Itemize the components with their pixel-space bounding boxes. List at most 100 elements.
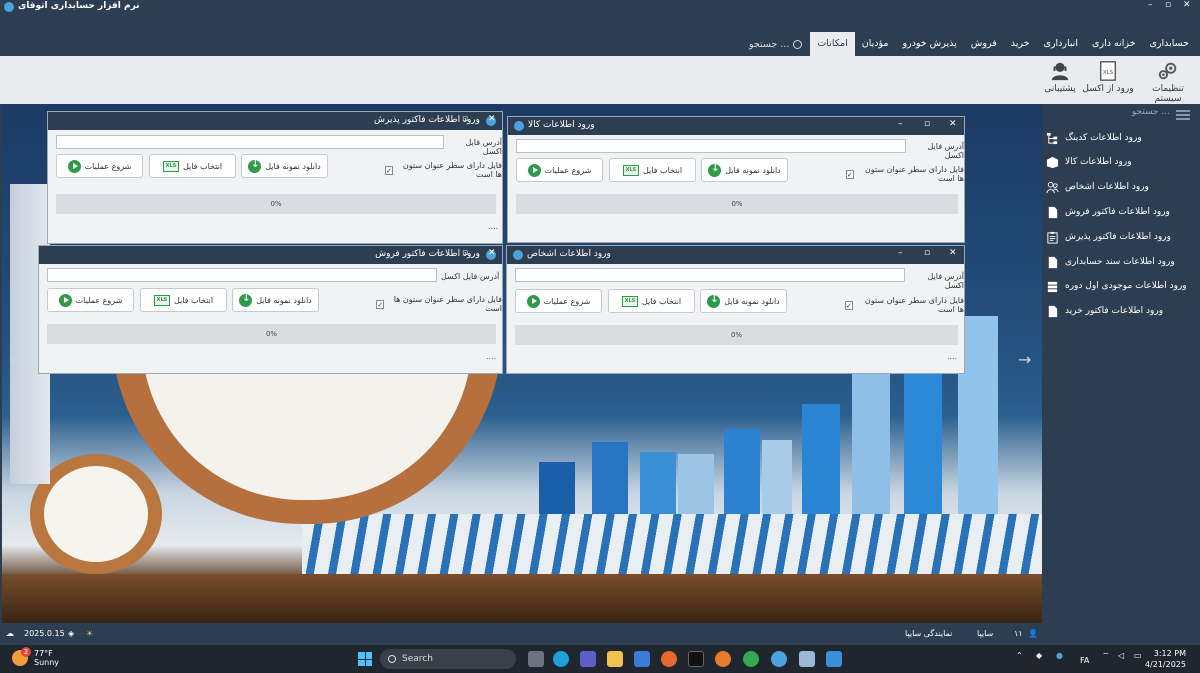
menu-search-label: جستجو ... (749, 38, 790, 50)
tray-app-icon[interactable]: ◆ (1036, 651, 1042, 660)
select-file-button[interactable]: XLS انتخاب فایل (140, 288, 227, 312)
start-operation-button[interactable]: شروع عملیات (56, 154, 143, 178)
tab-purchase[interactable]: خرید (1004, 32, 1037, 56)
box-icon (1046, 156, 1059, 168)
svg-text:XLS: XLS (1103, 70, 1114, 76)
checkbox-mark: ✓ (385, 165, 393, 175)
start-operation-label: شروع عملیات (544, 165, 592, 175)
sidebar-item-sales-invoice[interactable]: ورود اطلاعات فاکتور فروش (1046, 202, 1194, 222)
tab-car-reception[interactable]: پذیرش خودرو (895, 32, 963, 56)
taskbar-clock[interactable]: 3:12 PM 4/21/2025 (1145, 648, 1186, 670)
start-operation-label: شروع عملیات (84, 161, 132, 171)
sidebar-item-reception-invoice[interactable]: ورود اطلاعات فاکتور پذیرش (1046, 227, 1194, 247)
restore-button[interactable]: ▫ (1165, 0, 1171, 10)
download-sample-button[interactable]: دانلود نمونه فایل (232, 288, 319, 312)
dialog-minimize-button[interactable]: – (898, 119, 903, 129)
select-file-button[interactable]: XLS انتخاب فایل (609, 158, 696, 182)
excel-address-input[interactable] (56, 135, 444, 149)
wifi-icon[interactable]: ⌔ (1102, 651, 1110, 661)
dialog-restore-button[interactable]: ▫ (924, 119, 930, 129)
start-operation-button[interactable]: شروع عملیات (516, 158, 603, 182)
menu-search[interactable]: جستجو ... (749, 38, 803, 50)
sidebar-search-input[interactable]: ... جستجو (1054, 107, 1194, 123)
battery-icon[interactable]: ▭ (1134, 651, 1142, 660)
tab-sales[interactable]: فروش (964, 32, 1004, 56)
sun-icon[interactable]: ☀ (86, 629, 93, 638)
volume-icon[interactable]: ◁ (1118, 651, 1124, 660)
task-view-icon[interactable] (528, 651, 544, 667)
dialog-restore-button[interactable]: ▫ (924, 248, 930, 258)
dialog-restore-button[interactable]: ▫ (462, 114, 468, 124)
windows-start-icon[interactable] (358, 652, 372, 666)
sidebar-item-purchase-invoice[interactable]: ورود اطلاعات فاکتور خرید (1046, 301, 1194, 321)
start-operation-button[interactable]: شروع عملیات (47, 288, 134, 312)
header-row-checkbox[interactable]: ✓ فایل دارای سطر عنوان ستون ها است (845, 296, 964, 314)
header-row-checkbox[interactable]: ✓ فایل دارای سطر عنوان ستون ها است (385, 161, 502, 179)
tray-overflow-icon[interactable]: ⌃ (1016, 651, 1023, 660)
weather-widget[interactable]: 2 77°F Sunny (12, 647, 59, 667)
table-surface (2, 574, 1042, 623)
tray-accounting-icon[interactable]: ● (1056, 651, 1063, 660)
tab-features[interactable]: امکانات (810, 32, 855, 56)
photos-icon[interactable] (715, 651, 731, 667)
store-icon[interactable] (634, 651, 650, 667)
firefox-icon[interactable] (661, 651, 677, 667)
start-operation-button[interactable]: شروع عملیات (515, 289, 602, 313)
sidebar-item-opening-inventory[interactable]: ورود اطلاعات موجودی اول دوره (1046, 276, 1194, 296)
header-row-checkbox[interactable]: ✓ فایل دارای سطر عنوان ستون ها است (376, 295, 502, 313)
tab-accounting[interactable]: حسابداری (1142, 32, 1196, 56)
dialog-minimize-button[interactable]: – (898, 248, 903, 258)
import-excel-button[interactable]: XLS ورود از اکسل (1080, 60, 1136, 94)
sidebar-item-persons[interactable]: ورود اطلاعات اشخاص (1046, 177, 1194, 197)
support-agent-icon (1051, 62, 1069, 81)
dialog-close-button[interactable]: ✕ (488, 248, 496, 258)
people-icon (1046, 181, 1059, 193)
header-row-checkbox[interactable]: ✓ فایل دارای سطر عنوان ستون ها است (846, 165, 964, 183)
download-icon (248, 159, 262, 173)
status-text: .... (486, 352, 497, 361)
weather-text: 77°F Sunny (34, 649, 59, 667)
dialog-minimize-button[interactable]: – (436, 248, 441, 258)
excel-address-input[interactable] (515, 268, 905, 282)
file-explorer-icon[interactable] (607, 651, 623, 667)
excel-address-input[interactable] (516, 139, 906, 153)
dialog-close-button[interactable]: ✕ (488, 114, 496, 124)
carousel-prev-icon[interactable]: ← (10, 350, 23, 369)
sidebar-item-coding[interactable]: ورود اطلاعات کدینگ (1046, 128, 1194, 148)
close-button[interactable]: ✕ (1183, 0, 1191, 10)
sidebar-item-accounting-doc[interactable]: ورود اطلاعات سند حسابداری (1046, 252, 1194, 272)
select-file-button[interactable]: XLS انتخاب فایل (608, 289, 695, 313)
dialog-close-button[interactable]: ✕ (949, 248, 957, 258)
excel-address-label: آدرس فایل اکسل (927, 142, 964, 160)
image-app-icon[interactable] (826, 651, 842, 667)
excel-address-input[interactable] (47, 268, 437, 282)
download-sample-button[interactable]: دانلود نمونه فایل (701, 158, 788, 182)
dialog-minimize-button[interactable]: – (436, 114, 441, 124)
language-indicator[interactable]: FA (1080, 656, 1089, 665)
teams-icon[interactable] (580, 651, 596, 667)
support-button[interactable]: پشتیبانی (1034, 60, 1086, 94)
dialog-title: ورود اطلاعات اشخاص (527, 249, 611, 259)
paint-icon[interactable] (799, 651, 815, 667)
accounting-app-icon[interactable] (771, 651, 787, 667)
edge-icon[interactable] (553, 651, 569, 667)
chrome-icon[interactable] (743, 651, 759, 667)
tab-inventory[interactable]: انبارداری (1037, 32, 1086, 56)
carousel-next-icon[interactable]: → (1018, 350, 1031, 369)
tab-treasury[interactable]: خزانه داری (1085, 32, 1142, 56)
sidebar-item-goods[interactable]: ورود اطلاعات کالا (1046, 152, 1194, 172)
header-row-label: فایل دارای سطر عنوان ستون ها است (864, 165, 964, 183)
dialog-close-button[interactable]: ✕ (949, 119, 957, 129)
minimize-button[interactable]: – (1148, 0, 1153, 10)
tab-taxpayers[interactable]: مؤدیان (855, 32, 896, 56)
select-file-button[interactable]: XLS انتخاب فایل (149, 154, 236, 178)
sidebar-item-label: ورود اطلاعات فاکتور پذیرش (1065, 232, 1171, 242)
system-settings-button[interactable]: تنظیمات سیستم (1138, 60, 1198, 104)
paper-chart (302, 514, 1042, 574)
download-sample-button[interactable]: دانلود نمونه فایل (700, 289, 787, 313)
taskbar-search[interactable]: Search (380, 649, 516, 669)
download-sample-button[interactable]: دانلود نمونه فایل (241, 154, 328, 178)
terminal-icon[interactable] (688, 651, 704, 667)
dialog-restore-button[interactable]: ▫ (462, 248, 468, 258)
progress-bar: 0% (56, 194, 496, 214)
